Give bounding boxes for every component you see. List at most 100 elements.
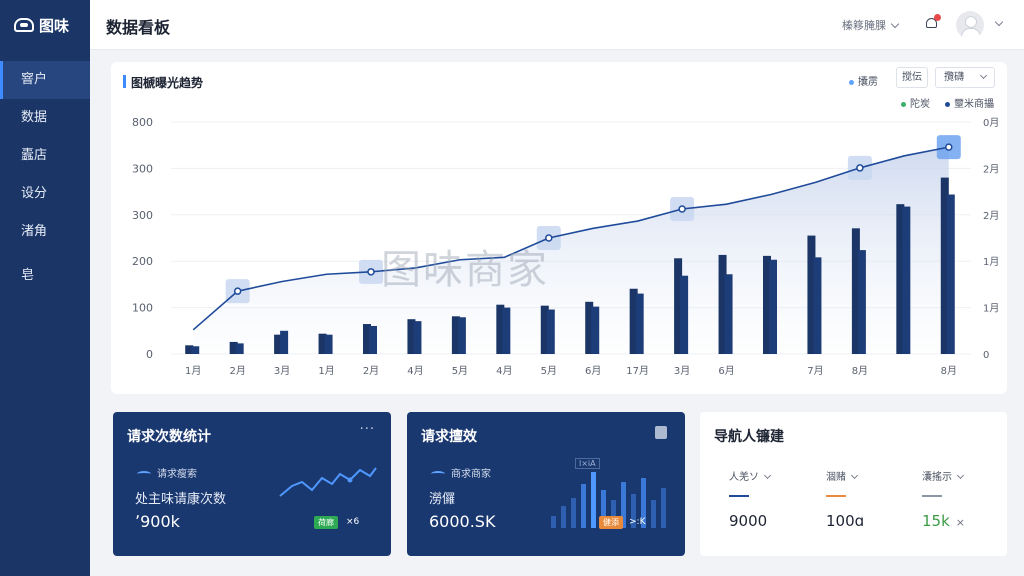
bar <box>635 293 644 354</box>
more-options-icon[interactable]: ··· <box>360 422 375 437</box>
x-axis-tick: 3月 <box>274 365 290 377</box>
y-axis-left-tick: 0 <box>146 348 153 361</box>
sparkline-point <box>347 477 353 483</box>
spark-bar <box>581 484 586 528</box>
user-avatar-icon[interactable] <box>956 11 984 39</box>
user-menu-dropdown[interactable]: 榛簃腌腂 <box>842 17 900 33</box>
metric-line <box>826 495 846 497</box>
metric-3[interactable]: 灢搖示 15k × <box>922 468 965 530</box>
legend-top[interactable]: 攮雳 <box>849 73 878 88</box>
metric-label-text: 人羌ソ <box>729 472 759 483</box>
dashboard-app: 图味 窨户 数据 蠹店 设分 渚角 皂 数据看板 榛簃腌腂 0 0 100 1月 200… <box>0 0 1024 576</box>
chart-range-select-label: 攬礴 <box>944 72 964 83</box>
chart-filter-button[interactable]: 搅伝 <box>896 67 928 88</box>
y-axis-right-tick: 0 <box>983 350 989 361</box>
avatar-chevron-down-icon[interactable] <box>994 17 1004 27</box>
logo-icon <box>14 18 34 32</box>
trend-indicator: ×6 <box>346 517 360 527</box>
metric-close-icon[interactable]: × <box>956 516 965 529</box>
bar <box>191 346 200 354</box>
sidebar-item-3[interactable]: 蠹店 <box>0 137 90 175</box>
sidebar-item-2[interactable]: 数据 <box>0 99 90 137</box>
chart-range-select[interactable]: 攬礴 <box>935 67 995 88</box>
metric-value-text: 15k <box>922 512 950 530</box>
notification-dot <box>934 14 941 21</box>
metric-label-text: 涸赌 <box>826 472 846 483</box>
x-axis-tick: 4月 <box>496 365 512 377</box>
y-axis-right-tick: 2月 <box>983 163 999 175</box>
line-point <box>367 268 375 276</box>
metric-value: 9000 <box>729 512 768 530</box>
x-axis-tick: 2月 <box>229 365 245 377</box>
spark-bar <box>551 516 556 528</box>
bar <box>591 306 600 354</box>
legend-bar-dot <box>901 101 906 107</box>
exposure-trend-chart: 0 0 100 1月 200 1月 300 2月 300 2月 800 0月 1月 2月 3月 1月 2月 4月 5… <box>132 116 999 377</box>
metric-value: 15k × <box>922 512 965 530</box>
metric-label: 人羌ソ <box>729 468 772 483</box>
card-title: 导航人镰建 <box>714 429 784 445</box>
x-axis-tick: 7月 <box>807 365 823 377</box>
bar <box>769 259 777 354</box>
line-area-fill <box>193 147 949 354</box>
card-subtitle: 处主味请康次数 <box>135 492 227 507</box>
x-axis-tick: 6月 <box>718 365 734 377</box>
y-axis-right-tick: 1月 <box>983 256 999 268</box>
sidebar-item-6[interactable]: 皂 <box>0 257 90 295</box>
bar <box>857 250 866 354</box>
legend-series-line[interactable]: 壐米商攂 <box>945 95 994 110</box>
metric-1[interactable]: 人羌ソ 9000 <box>729 468 772 530</box>
y-axis-left-tick: 100 <box>132 302 153 315</box>
bar <box>280 330 289 354</box>
trend-indicator: >:K <box>629 517 646 527</box>
x-axis-tick: 8月 <box>852 365 868 377</box>
bar <box>813 257 822 354</box>
page-title: 数据看板 <box>106 18 171 37</box>
x-axis-tick: 3月 <box>674 365 690 377</box>
exposure-trend-panel: 0 0 100 1月 200 1月 300 2月 300 2月 800 0月 1月 2月 3月 1月 2月 4月 5… <box>111 62 1007 394</box>
metric-line <box>729 495 749 497</box>
sparkline-path <box>279 467 377 497</box>
chevron-down-icon <box>956 471 965 480</box>
card-subtitle: 澇儸 <box>429 492 456 507</box>
sidebar-item-5[interactable]: 渚角 <box>0 213 90 251</box>
logo[interactable]: 图味 <box>0 0 90 50</box>
line-point <box>233 287 242 295</box>
spark-bar <box>661 488 666 528</box>
legend-series-bar[interactable]: 陀炭 <box>901 95 930 110</box>
x-axis-tick: 5月 <box>541 365 557 377</box>
sidebar-item-4[interactable]: 设分 <box>0 175 90 213</box>
bar <box>724 274 733 354</box>
chevron-down-icon <box>763 471 772 480</box>
legend-bar-label: 陀炭 <box>910 99 930 110</box>
chevron-down-icon <box>850 471 859 480</box>
chevron-down-icon <box>890 19 900 29</box>
bar <box>680 275 689 354</box>
request-efficiency-card: 请求擅效 商求商家 澇儸 6000.SK l×iA 健添 >:K <box>407 412 685 556</box>
card-title: 请求擅效 <box>421 429 477 445</box>
y-axis-left-tick: 300 <box>132 209 153 222</box>
bar <box>502 307 511 354</box>
card-value: 6000.SK <box>429 512 496 531</box>
metric-2[interactable]: 涸赌 100ɑ <box>826 468 864 530</box>
card-title: 请求次数统计 <box>127 429 211 445</box>
card-legend-label: 商求商家 <box>451 469 491 480</box>
watermark: 图味商家 <box>381 247 549 293</box>
x-axis-tick: 2月 <box>363 365 379 377</box>
y-axis-right-tick: 0月 <box>983 117 999 129</box>
y-axis-left-tick: 200 <box>132 255 153 268</box>
status-badge: 荷廊 <box>314 516 338 529</box>
metric-label-text: 灢搖示 <box>922 472 952 483</box>
navigation-builder-card: 导航人镰建 <box>700 412 1007 556</box>
bell-icon[interactable] <box>925 14 941 31</box>
bar <box>946 194 955 354</box>
bar <box>413 321 422 354</box>
sidebar-item-1[interactable]: 窨户 <box>0 61 90 99</box>
spark-bar <box>561 506 566 528</box>
document-icon[interactable] <box>655 426 667 439</box>
line-point <box>678 205 686 213</box>
bar <box>546 309 555 354</box>
bar <box>369 325 377 354</box>
card-value: ʼ900k <box>135 512 180 531</box>
bar <box>324 334 333 354</box>
